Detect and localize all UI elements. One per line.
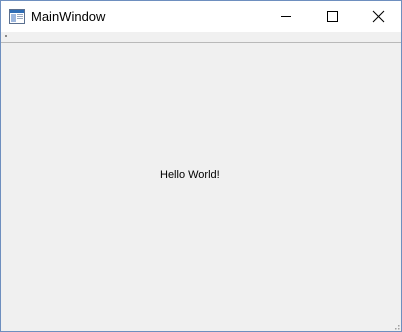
size-grip-icon[interactable]	[390, 320, 400, 330]
central-widget: Hello World!	[1, 43, 401, 331]
main-window: MainWindow Hello World!	[0, 0, 402, 332]
menu-bar-extension-marker	[5, 35, 7, 37]
maximize-button[interactable]	[309, 1, 355, 32]
title-bar[interactable]: MainWindow	[1, 1, 401, 32]
minimize-icon	[281, 16, 291, 17]
maximize-icon	[327, 11, 338, 22]
application-window-icon[interactable]	[9, 9, 25, 24]
hello-label: Hello World!	[160, 169, 220, 181]
close-button[interactable]	[355, 1, 401, 32]
close-icon	[372, 10, 385, 23]
menu-bar[interactable]	[1, 32, 401, 43]
window-title: MainWindow	[31, 9, 106, 24]
minimize-button[interactable]	[263, 1, 309, 32]
